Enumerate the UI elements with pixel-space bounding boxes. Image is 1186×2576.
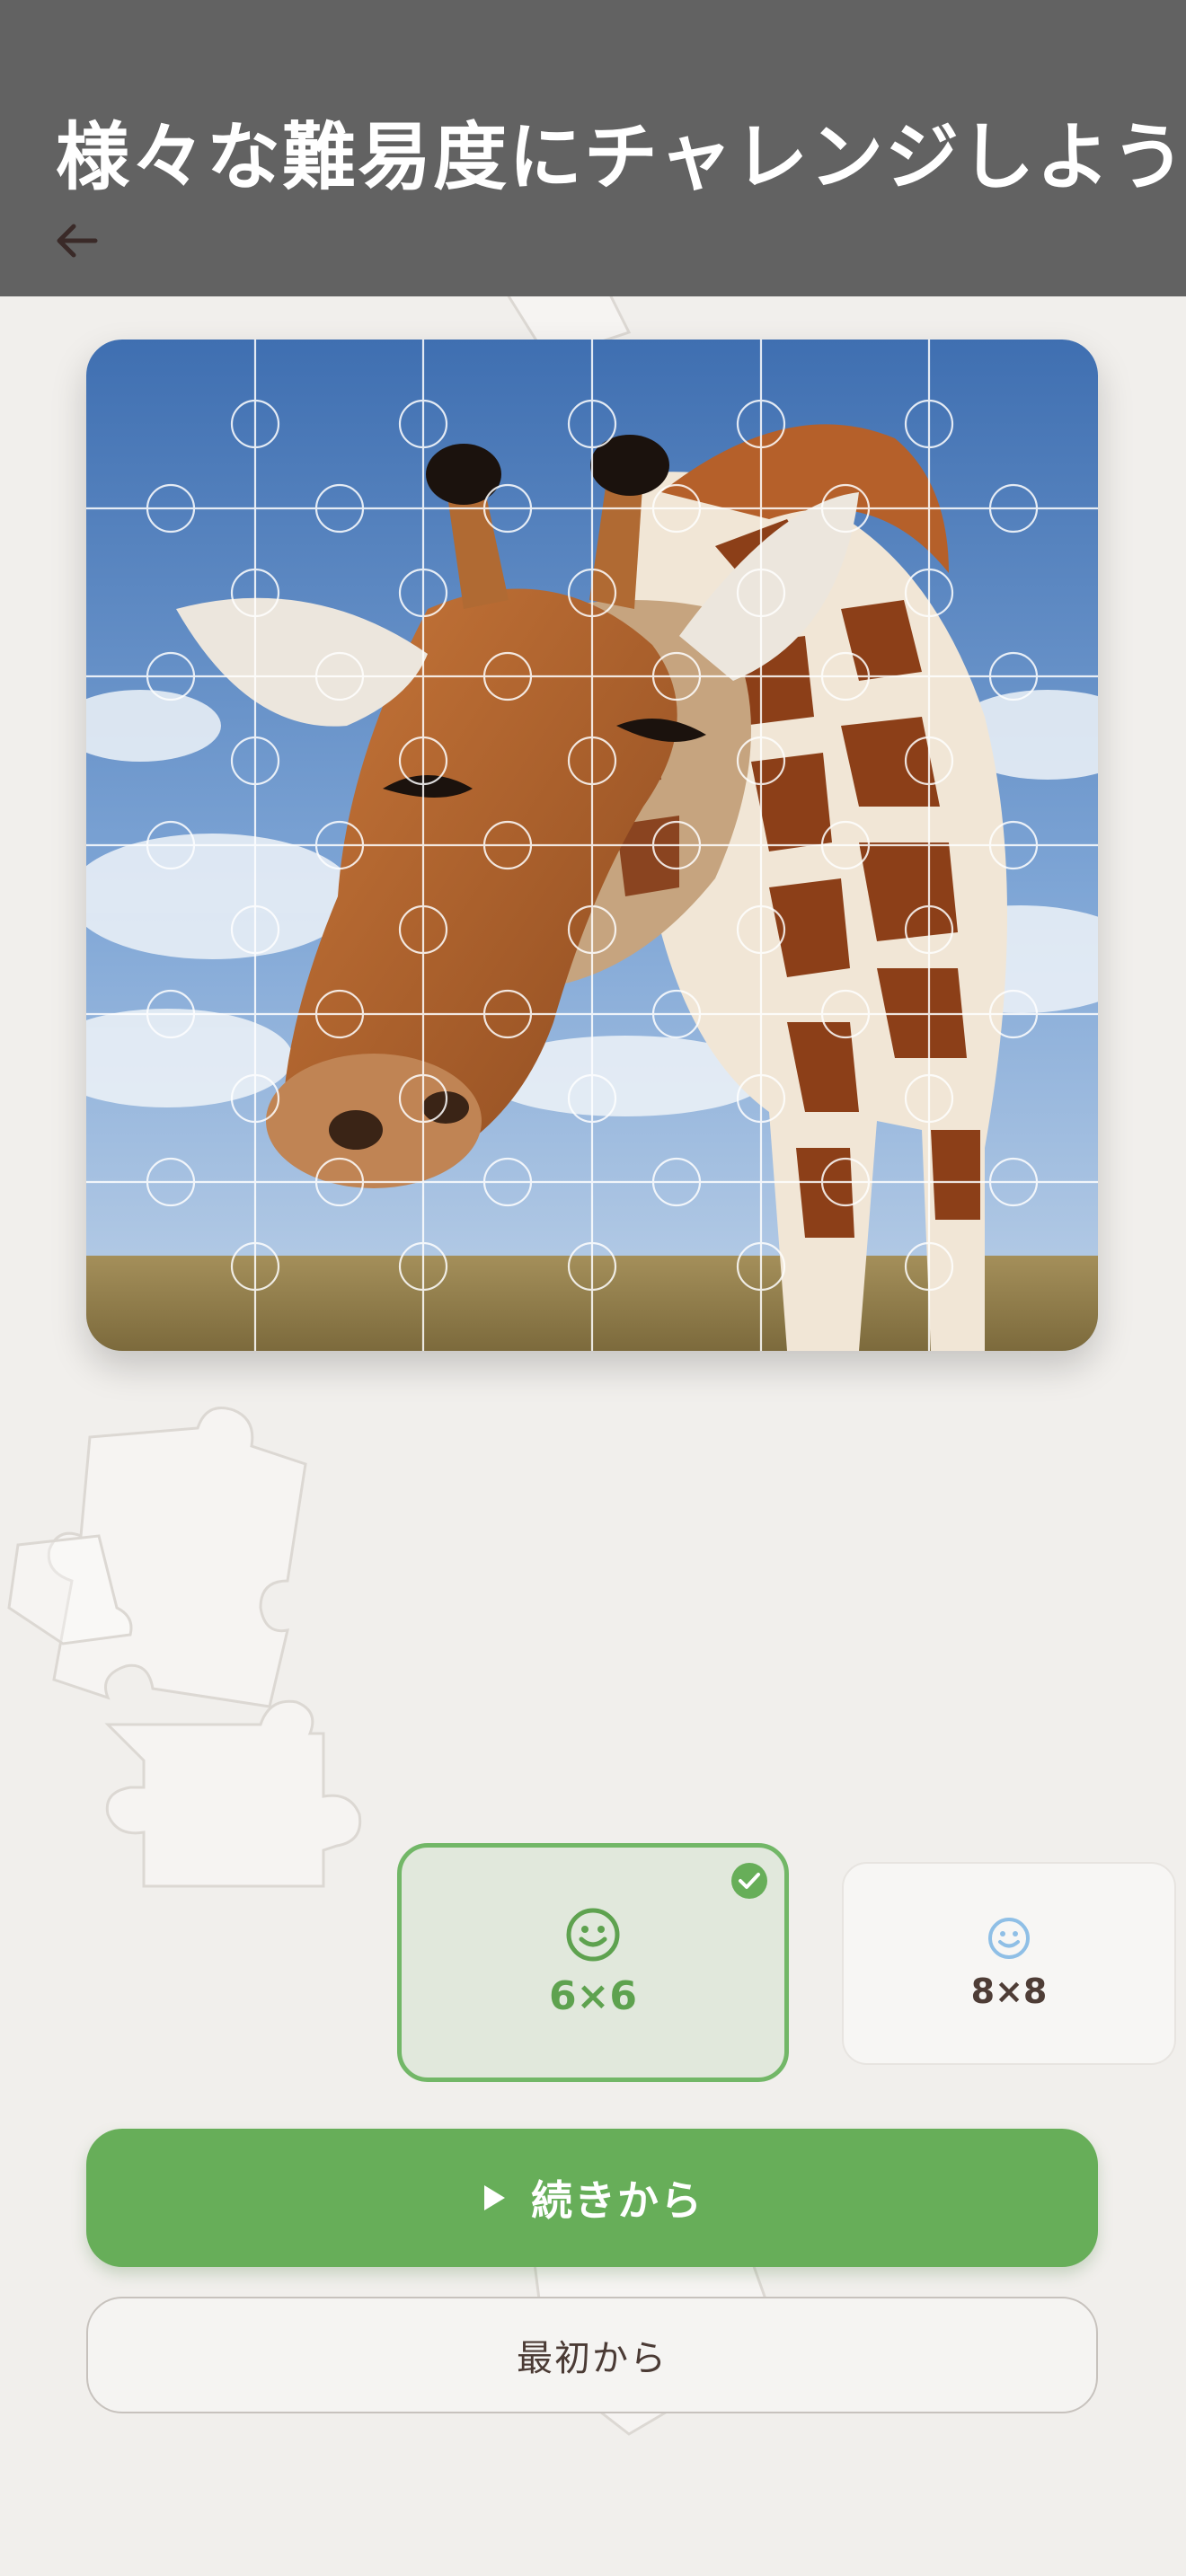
check-circle-icon [731, 1863, 767, 1899]
difficulty-option-8x8[interactable]: 8×8 [842, 1862, 1176, 2065]
back-button[interactable] [45, 208, 110, 273]
restart-label: 最初から [517, 2338, 668, 2379]
page-title: 様々な難易度にチャレンジしよう [56, 115, 1186, 200]
continue-label: 続きから [531, 2176, 704, 2225]
app-header: 様々な難易度にチャレンジしよう [0, 0, 1186, 296]
difficulty-label: 6×6 [548, 1972, 638, 2019]
play-icon [484, 2185, 505, 2210]
smile-face-icon [566, 1908, 620, 1961]
smile-face-icon [988, 1918, 1030, 1959]
restart-button[interactable]: 最初から [86, 2297, 1098, 2413]
puzzle-preview-image [86, 340, 1098, 1351]
difficulty-label: 8×8 [970, 1972, 1048, 2011]
continue-button[interactable]: 続きから [86, 2129, 1098, 2267]
difficulty-option-6x6[interactable]: 6×6 [397, 1843, 789, 2082]
arrow-left-icon [57, 224, 98, 258]
